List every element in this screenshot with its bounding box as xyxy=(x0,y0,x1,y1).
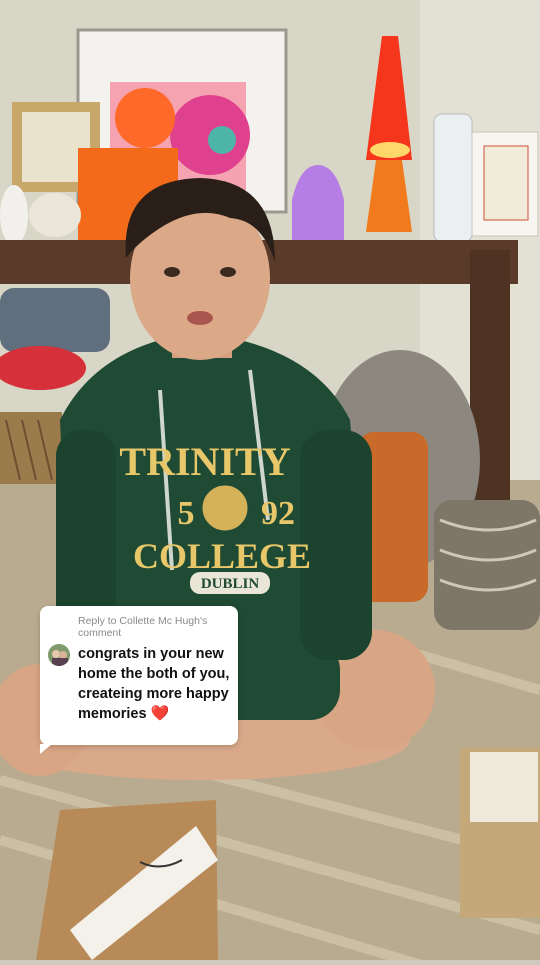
video-scene: TRINITY 5 92 COLLEGE DUBLIN xyxy=(0,0,540,965)
video-frame[interactable]: TRINITY 5 92 COLLEGE DUBLIN Reply to Col… xyxy=(0,0,540,965)
hoodie-year-right: 92 xyxy=(261,495,295,532)
white-appliance xyxy=(433,113,473,243)
patterned-cushion xyxy=(434,500,540,630)
hoodie-text-college: COLLEGE xyxy=(133,536,311,576)
hoodie-year-left: 5 xyxy=(178,495,195,532)
hoodie-crest xyxy=(199,482,251,534)
flower-center xyxy=(208,126,236,154)
boy-eye-left xyxy=(164,267,180,277)
commenter-avatar xyxy=(48,644,70,666)
lava-lamp-glow xyxy=(370,142,410,158)
shell-ornament xyxy=(29,193,81,237)
reply-comment-text: congrats in your new home the both of yo… xyxy=(78,644,236,724)
hoodie-text-trinity: TRINITY xyxy=(119,439,290,484)
package-label xyxy=(470,752,538,822)
wicker-basket xyxy=(0,412,62,484)
reply-comment-card[interactable]: Reply to Collette Mc Hugh's comment cong… xyxy=(40,606,238,754)
reply-header: Reply to Collette Mc Hugh's comment xyxy=(78,615,208,639)
flower-orange xyxy=(115,88,175,148)
white-figurine xyxy=(0,185,28,245)
boy-eye-right xyxy=(220,267,236,277)
boy-mouth xyxy=(187,311,213,325)
hoodie-text-dublin: DUBLIN xyxy=(201,576,260,592)
heart-emoji-icon: ❤️ xyxy=(150,705,170,722)
certificate xyxy=(483,145,529,221)
avatar-image xyxy=(48,644,70,666)
folded-jacket xyxy=(0,288,110,352)
hoodie-left-sleeve xyxy=(56,430,116,630)
